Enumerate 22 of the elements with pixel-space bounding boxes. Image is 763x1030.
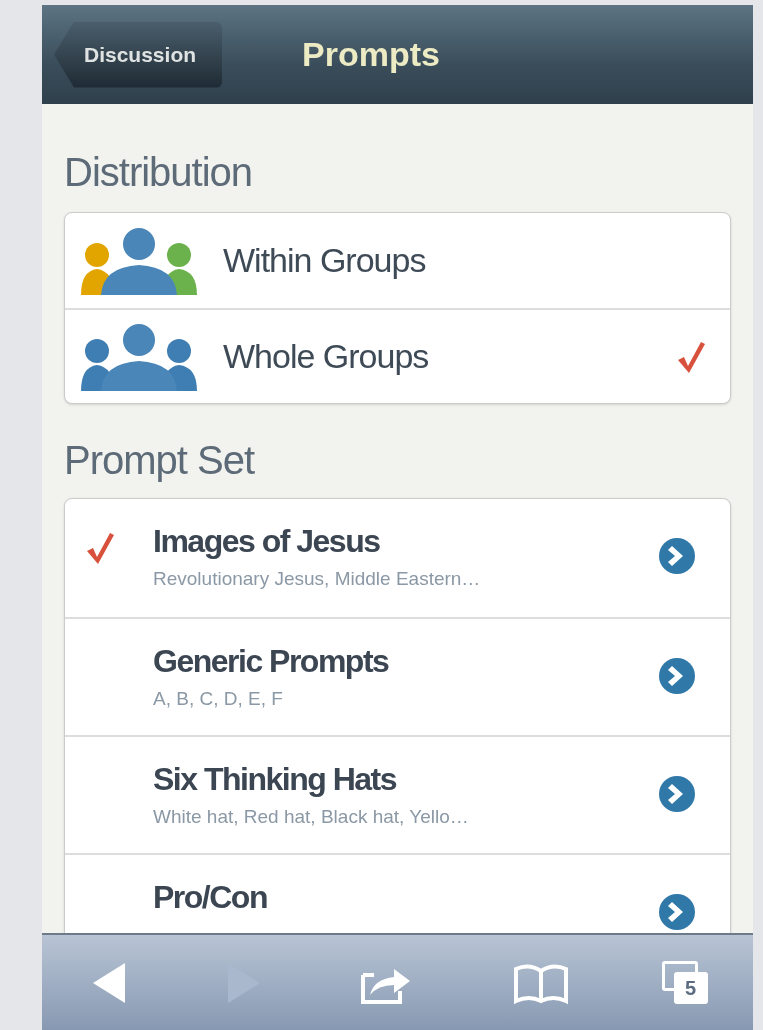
prompt-subtitle: White hat, Red hat, Black hat, Yello… (153, 805, 470, 829)
prompt-title: Generic Prompts (153, 642, 390, 681)
page-title: Prompts (302, 34, 440, 75)
prompt-row[interactable]: Six Thinking Hats White hat, Red hat, Black hat, Yello… (65, 735, 730, 853)
people-icon (79, 226, 199, 295)
prompt-title: Images of Jesus (153, 522, 381, 561)
section-heading: Prompt Set (64, 437, 256, 484)
prompt-subtitle: A, B, C, D, E, F (153, 687, 284, 711)
prompt-row[interactable]: Images of Jesus Revolutionary Jesus, Middle Eastern… (65, 499, 730, 617)
back-button[interactable]: Discussion (54, 21, 223, 88)
option-label: Within Groups (223, 240, 427, 281)
section-heading: Distribution (64, 149, 254, 196)
option-label: Whole Groups (223, 336, 430, 377)
option-row[interactable]: Whole Groups (65, 308, 730, 403)
prompt-subtitle: Revolutionary Jesus, Middle Eastern… (153, 567, 482, 591)
prompt-title: Six Thinking Hats (153, 760, 398, 799)
tabs-button[interactable]: 5 (659, 957, 712, 1008)
left-triangle-icon (91, 960, 128, 1005)
option-row[interactable]: Within Groups (65, 213, 730, 308)
prompt-row[interactable]: Generic Prompts A, B, C, D, E, F (65, 617, 730, 735)
prompt-title: Pro/Con (153, 878, 268, 917)
people-icon (79, 322, 199, 391)
